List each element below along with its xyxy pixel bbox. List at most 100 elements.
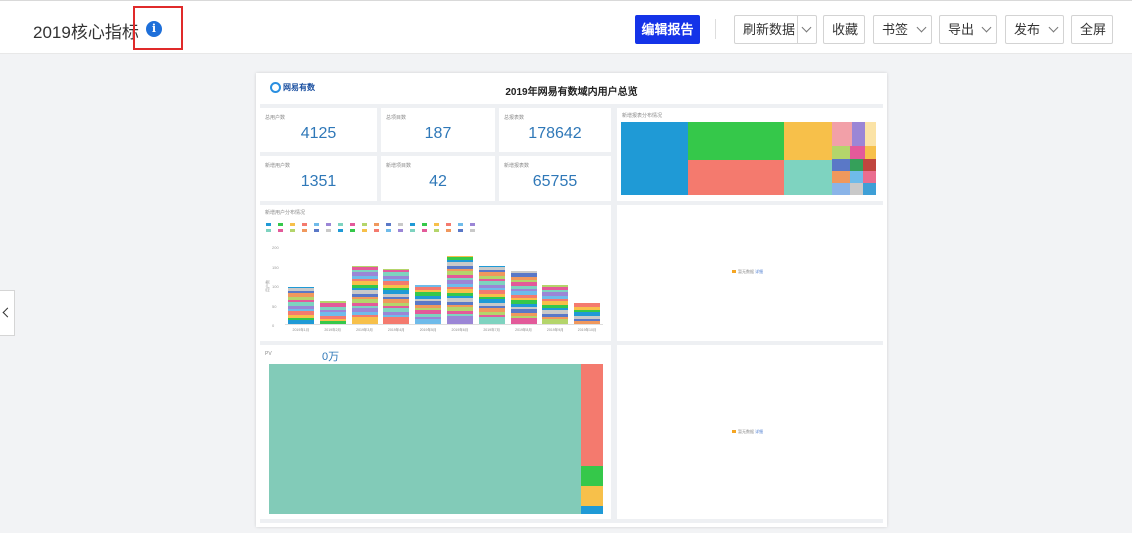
kpi-label: 总报表数 — [504, 115, 525, 121]
no-data-text: 暂无数据 — [738, 429, 754, 434]
no-data-card: 暂无数据 详细 — [617, 345, 883, 519]
kpi-card: 新增用户数 1351 — [260, 156, 377, 201]
treemap-tile[interactable] — [865, 122, 876, 146]
kpi-value: 1351 — [300, 173, 337, 190]
x-tick-label: 2019年3月 — [356, 328, 373, 332]
export-label: 导出 — [948, 22, 975, 37]
toolbar-separator — [715, 19, 716, 39]
treemap-tile[interactable] — [621, 122, 688, 195]
refresh-data-label: 刷新数据 — [743, 22, 796, 37]
y-tick-label: 100 — [272, 284, 279, 289]
bar[interactable] — [351, 265, 378, 324]
kpi-value: 65755 — [532, 173, 578, 190]
treemap-tile[interactable] — [863, 183, 876, 195]
pv-tile[interactable] — [581, 466, 603, 486]
kpi-card: 总报表数 178642 — [499, 108, 611, 152]
chart-legend[interactable] — [266, 228, 482, 233]
pv-tile[interactable] — [269, 364, 581, 514]
treemap-card[interactable]: 新增报表分布情况 — [617, 108, 883, 201]
kpi-label: 总项目数 — [386, 115, 407, 121]
kpi-label: 总用户数 — [265, 115, 286, 121]
bar[interactable] — [446, 255, 473, 324]
bar[interactable] — [510, 271, 537, 324]
treemap-tile[interactable] — [832, 146, 850, 159]
treemap-title: 新增报表分布情况 — [622, 113, 663, 119]
treemap-tile[interactable] — [863, 159, 876, 171]
bar[interactable] — [542, 285, 569, 324]
treemap-tile[interactable] — [832, 122, 852, 146]
publish-button[interactable]: 发布 — [1005, 15, 1064, 44]
treemap-tile[interactable] — [850, 183, 863, 195]
kpi-value: 42 — [429, 173, 447, 190]
publish-label: 发布 — [1014, 22, 1041, 37]
info-icon[interactable]: i — [146, 21, 162, 37]
treemap-chart — [621, 122, 876, 195]
detail-link[interactable]: 详细 — [755, 429, 763, 434]
chevron-down-icon[interactable] — [801, 22, 812, 33]
bar-chart-card[interactable]: 新增用户分布情况 2019年1月 2019年2月 2019年3月 2019年4月 201… — [260, 205, 611, 341]
chevron-down-icon — [981, 22, 992, 33]
fullscreen-button[interactable]: 全屏 — [1071, 15, 1113, 44]
y-tick-label: 50 — [272, 303, 277, 309]
chart-legend[interactable] — [266, 222, 482, 227]
treemap-tile[interactable] — [784, 122, 832, 160]
page-title: 2019核心指标 — [33, 23, 139, 42]
bar[interactable] — [478, 265, 505, 324]
pv-card[interactable]: PV 0万 — [260, 345, 611, 519]
x-tick-label: 2019年6月 — [451, 328, 469, 332]
refresh-data-button[interactable]: 刷新数据 — [734, 15, 817, 44]
treemap-tile[interactable] — [863, 171, 876, 183]
treemap-tile[interactable] — [850, 146, 865, 159]
chevron-down-icon — [1048, 22, 1059, 33]
favorite-button[interactable]: 收藏 — [823, 15, 865, 44]
x-tick-label: 2019年7月 — [483, 328, 501, 332]
export-button[interactable]: 导出 — [939, 15, 997, 44]
edit-report-button[interactable]: 编辑报告 — [635, 15, 700, 44]
x-tick-label: 2019年1月 — [292, 328, 310, 332]
pv-tile[interactable] — [581, 486, 603, 506]
treemap-tile[interactable] — [865, 146, 876, 159]
treemap-tile[interactable] — [832, 171, 850, 183]
kpi-card: 总项目数 187 — [381, 108, 495, 152]
no-data-legend: 暂无数据 详细 — [732, 269, 763, 275]
report-grid: 总用户数 4125 总项目数 187 总报表数 178642 新增用户数 135… — [260, 104, 883, 523]
bar[interactable] — [287, 286, 314, 324]
treemap-tile[interactable] — [852, 122, 865, 146]
treemap-tile[interactable] — [832, 183, 850, 195]
treemap-tile[interactable] — [784, 160, 832, 195]
kpi-label: 新增项目数 — [386, 163, 412, 169]
pv-tile[interactable] — [581, 506, 603, 514]
bar[interactable] — [574, 302, 601, 324]
x-tick-label: 2019年10月 — [577, 328, 597, 332]
kpi-value: 4125 — [300, 125, 337, 142]
top-bar: 2019核心指标 i 编辑报告 刷新数据 收藏 书签 导出 发布 全屏 — [0, 0, 1132, 54]
detail-link[interactable]: 详细 — [755, 269, 763, 274]
bar[interactable] — [415, 285, 442, 324]
collapse-sidebar-button[interactable] — [0, 290, 15, 336]
pv-tile[interactable] — [581, 364, 603, 466]
bar-plot-area — [285, 247, 603, 325]
bar[interactable] — [383, 269, 410, 324]
treemap-tile[interactable] — [832, 159, 850, 171]
y-tick-label: 150 — [272, 264, 279, 270]
treemap-tile[interactable] — [688, 160, 784, 195]
no-data-card: 暂无数据 详细 — [617, 205, 883, 341]
y-axis-label: 用户数 — [265, 280, 270, 292]
y-tick-label: 0 — [272, 323, 275, 328]
y-tick-label: 200 — [272, 245, 279, 250]
bar-chart-title: 新增用户分布情况 — [265, 210, 306, 216]
x-tick-label: 2019年9月 — [546, 328, 564, 332]
treemap-tile[interactable] — [688, 122, 784, 160]
chevron-left-icon — [2, 307, 13, 318]
treemap-tile[interactable] — [850, 159, 863, 171]
bookmark-button[interactable]: 书签 — [873, 15, 932, 44]
x-tick-label: 2019年5月 — [419, 328, 437, 332]
kpi-value: 178642 — [528, 125, 582, 142]
report-canvas: 网易有数 2019年网易有数域内用户总览 总用户数 4125 总项目数 187 … — [256, 73, 887, 527]
bar[interactable] — [319, 300, 346, 324]
no-data-text: 暂无数据 — [738, 269, 754, 274]
chevron-down-icon — [916, 22, 927, 33]
treemap-tile[interactable] — [850, 171, 863, 183]
kpi-card: 新增项目数 42 — [381, 156, 495, 201]
x-tick-label: 2019年8月 — [515, 328, 532, 332]
